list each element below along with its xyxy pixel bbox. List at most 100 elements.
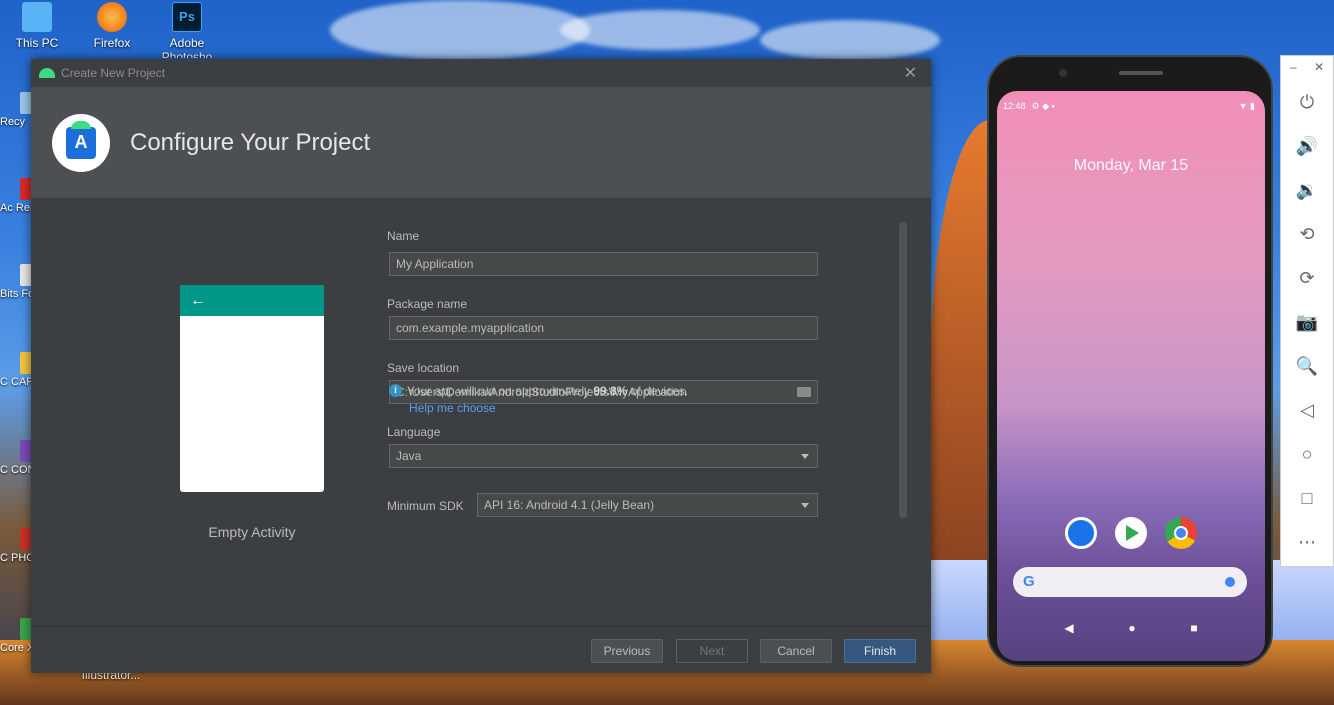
- cloud: [330, 0, 590, 60]
- cancel-button[interactable]: Cancel: [760, 639, 832, 663]
- acrobat-shortcut[interactable]: Ac Rea: [0, 178, 32, 214]
- back-arrow-icon: ←: [190, 291, 206, 309]
- firefox-icon: [97, 2, 127, 32]
- rotate-right-icon[interactable]: ⟳: [1281, 256, 1333, 300]
- preview-app-bar: ←: [180, 285, 324, 316]
- speaker-grille: [1119, 71, 1163, 75]
- package-field[interactable]: com.example.myapplication: [389, 316, 818, 340]
- shortcut-label: Recy: [0, 116, 26, 128]
- google-search-bar[interactable]: G: [1013, 567, 1247, 597]
- connect-shortcut[interactable]: C CONI: [0, 440, 32, 476]
- emulator-phone: 12:48 ⚙ ◆ ▪ ▼ ▮ Monday, Mar 15 G ◀ ● ■: [987, 55, 1273, 667]
- min-sdk-label: Minimum SDK: [387, 499, 464, 513]
- cloud: [760, 20, 940, 60]
- this-pc-shortcut[interactable]: This PC: [2, 2, 72, 50]
- shortcut-label: Ac Rea: [0, 202, 32, 214]
- google-icon: G: [1023, 573, 1035, 590]
- save-location-label: Save location: [387, 361, 460, 375]
- min-sdk-value: API 16: Android 4.1 (Jelly Bean): [484, 498, 655, 512]
- status-bar: 12:48 ⚙ ◆ ▪ ▼ ▮: [1003, 101, 1255, 112]
- shortcut-label: Adobe Photosho: [161, 36, 213, 58]
- package-label: Package name: [387, 297, 468, 311]
- chrome-icon[interactable]: [1165, 517, 1197, 549]
- volume-down-icon[interactable]: 🔉: [1281, 168, 1333, 212]
- home-icon[interactable]: ●: [1128, 621, 1135, 635]
- navigation-bar: ◀ ● ■: [997, 621, 1265, 635]
- window-title: Create New Project: [61, 66, 166, 80]
- chevron-down-icon: [801, 454, 809, 459]
- coverage-suffix: of devices.: [627, 384, 689, 398]
- chevron-down-icon: [801, 503, 809, 508]
- home-icon[interactable]: ○: [1281, 432, 1333, 476]
- shortcut-label: Firefox: [93, 36, 131, 50]
- phone-screen[interactable]: 12:48 ⚙ ◆ ▪ ▼ ▮ Monday, Mar 15 G ◀ ● ■: [997, 91, 1265, 661]
- rotate-left-icon[interactable]: ⟲: [1281, 212, 1333, 256]
- language-label: Language: [387, 425, 441, 439]
- settings-icon: ⚙ ◆ ▪: [1031, 101, 1055, 111]
- cloud: [560, 10, 760, 50]
- name-label: Name: [387, 229, 420, 243]
- emulator-toolbar: – ✕ ⏻ 🔊 🔉 ⟲ ⟳ 📷 🔍 ◁ ○ □ ⋯: [1280, 55, 1334, 567]
- dialog-titlebar: Create New Project ✕: [31, 59, 931, 87]
- finish-button[interactable]: Finish: [844, 639, 916, 663]
- play-store-icon[interactable]: [1115, 517, 1147, 549]
- device-coverage-text: Your app will run on approximately 99.8%…: [407, 384, 688, 398]
- coverage-prefix: Your app will run on approximately: [407, 384, 594, 398]
- back-icon[interactable]: ◀: [1064, 621, 1073, 635]
- template-label: Empty Activity: [208, 524, 296, 540]
- android-studio-icon: A: [66, 120, 96, 159]
- photoshop-shortcut[interactable]: Ps Adobe Photosho: [152, 2, 222, 58]
- shortcut-label: C CAPT: [0, 376, 32, 388]
- shortcut-label: Bits Fon: [0, 288, 32, 300]
- android-studio-logo: A: [52, 113, 110, 172]
- recycle-bin-shortcut[interactable]: Recy: [0, 92, 32, 128]
- toolbar-window-controls: – ✕: [1281, 56, 1333, 80]
- help-me-choose-link[interactable]: Help me choose: [409, 401, 496, 415]
- volume-up-icon[interactable]: 🔊: [1281, 124, 1333, 168]
- language-dropdown[interactable]: Java: [389, 444, 818, 468]
- name-field[interactable]: My Application: [389, 252, 818, 276]
- play-triangle: [1126, 525, 1139, 541]
- next-button[interactable]: Next: [676, 639, 748, 663]
- camera-icon: [1059, 69, 1067, 77]
- close-icon[interactable]: ✕: [904, 63, 917, 83]
- activity-preview: ←: [180, 285, 324, 492]
- power-icon[interactable]: ⏻: [1281, 80, 1333, 124]
- dialog-footer: Previous Next Cancel Finish: [31, 626, 931, 673]
- camera-icon[interactable]: 📷: [1281, 300, 1333, 344]
- assistant-icon[interactable]: [1225, 577, 1235, 587]
- battery-icon: ▼ ▮: [1238, 101, 1255, 111]
- shortcut-label: C PHOT: [0, 552, 32, 564]
- back-icon[interactable]: ◁: [1281, 388, 1333, 432]
- language-value: Java: [396, 449, 422, 463]
- android-icon: [39, 68, 55, 78]
- folder-icon[interactable]: [797, 387, 811, 397]
- scrollbar[interactable]: [899, 222, 907, 518]
- computer-icon: [22, 2, 52, 32]
- bitstream-shortcut[interactable]: Bits Fon: [0, 264, 32, 300]
- messages-app-icon[interactable]: [1065, 517, 1097, 549]
- shortcut-label: C CONI: [0, 464, 32, 476]
- more-icon[interactable]: ⋯: [1281, 520, 1333, 564]
- status-time: 12:48: [1003, 101, 1026, 111]
- previous-button[interactable]: Previous: [591, 639, 663, 663]
- firefox-shortcut[interactable]: Firefox: [77, 2, 147, 50]
- zoom-icon[interactable]: 🔍: [1281, 344, 1333, 388]
- recents-icon[interactable]: ■: [1190, 621, 1197, 635]
- close-icon[interactable]: ✕: [1314, 60, 1324, 80]
- dialog-header: A Configure Your Project: [31, 87, 931, 198]
- min-sdk-dropdown[interactable]: API 16: Android 4.1 (Jelly Bean): [477, 493, 818, 517]
- lockscreen-date: Monday, Mar 15: [1073, 157, 1189, 174]
- shortcut-label: This PC: [15, 36, 59, 50]
- capture-shortcut[interactable]: C CAPT: [0, 352, 32, 388]
- minimize-icon[interactable]: –: [1290, 60, 1297, 80]
- shortcut-label: Core X7: [0, 642, 32, 654]
- create-project-dialog: Create New Project ✕ A Configure Your Pr…: [31, 59, 931, 673]
- corel-shortcut[interactable]: Core X7: [0, 618, 32, 654]
- dialog-body: ← Empty Activity Name My Application Pac…: [31, 198, 931, 626]
- photoshop-icon: Ps: [172, 2, 202, 32]
- info-icon: i: [389, 384, 402, 397]
- overview-icon[interactable]: □: [1281, 476, 1333, 520]
- photo-shortcut[interactable]: C PHOT: [0, 528, 32, 564]
- page-title: Configure Your Project: [130, 128, 371, 156]
